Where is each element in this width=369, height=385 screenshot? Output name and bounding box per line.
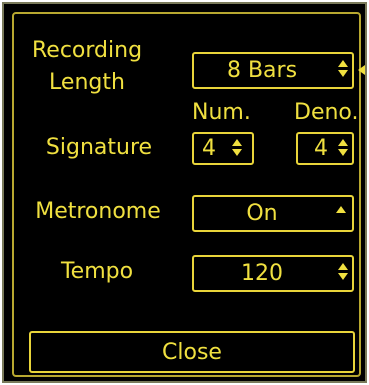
recording-length-label-line2: Length — [49, 70, 125, 95]
left-pointer-icon — [358, 65, 365, 75]
tempo-label: Tempo — [60, 259, 134, 284]
signature-num-label: Num. — [192, 100, 251, 125]
signature-label: Signature — [45, 135, 153, 160]
spinner-arrows-icon[interactable] — [338, 263, 348, 280]
signature-deno-label: Deno. — [294, 100, 359, 125]
metronome-value: On — [246, 201, 278, 226]
signature-deno-spinner[interactable]: 4 — [296, 132, 354, 165]
signature-deno-value: 4 — [314, 136, 328, 161]
spinner-arrows-icon[interactable] — [232, 139, 242, 156]
recording-length-label-line1: Recording — [32, 38, 143, 63]
signature-num-spinner[interactable]: 4 — [192, 132, 254, 165]
close-button[interactable]: Close — [29, 331, 355, 373]
recording-length-value: 8 Bars — [226, 58, 298, 83]
spinner-arrows-icon[interactable] — [338, 60, 348, 77]
signature-num-value: 4 — [202, 136, 216, 161]
tempo-value: 120 — [241, 261, 283, 286]
spinner-arrows-icon[interactable] — [338, 139, 348, 156]
recording-length-spinner[interactable]: 8 Bars — [192, 52, 354, 89]
dropdown-up-arrow-icon[interactable] — [336, 206, 346, 213]
tempo-spinner[interactable]: 120 — [192, 255, 354, 292]
metronome-label: Metronome — [35, 199, 161, 224]
metronome-dropdown[interactable]: On — [192, 195, 354, 232]
